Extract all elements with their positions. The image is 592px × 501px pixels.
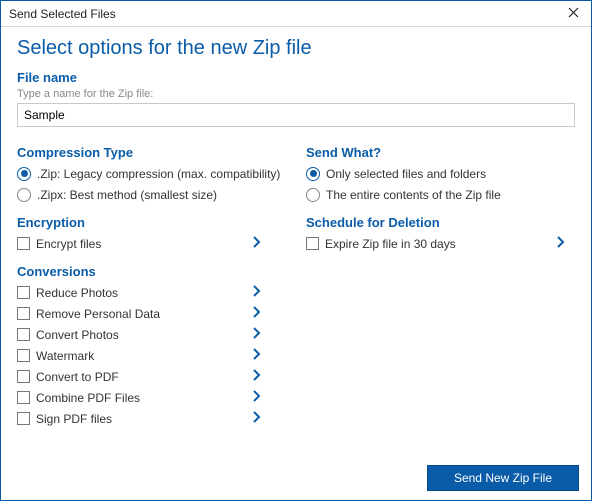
checkbox-label: Encrypt files: [36, 237, 101, 251]
checkbox-label: Convert to PDF: [36, 370, 119, 384]
left-column: Compression Type .Zip: Legacy compressio…: [17, 139, 306, 429]
radio-label: .Zipx: Best method (smallest size): [37, 188, 217, 202]
checkbox-label: Expire Zip file in 30 days: [325, 237, 456, 251]
checkbox-encrypt-files[interactable]: Encrypt files: [17, 233, 286, 254]
checkbox-icon: [17, 237, 30, 250]
footer: Send New Zip File: [1, 456, 591, 500]
conversions-heading: Conversions: [17, 264, 286, 279]
close-button[interactable]: [563, 4, 583, 24]
content-area: Select options for the new Zip file File…: [1, 27, 591, 456]
filename-section: File name Type a name for the Zip file:: [17, 70, 575, 127]
page-title: Select options for the new Zip file: [17, 37, 575, 60]
radio-label: .Zip: Legacy compression (max. compatibi…: [37, 167, 280, 181]
chevron-right-icon[interactable]: [556, 235, 565, 253]
checkbox-icon: [17, 412, 30, 425]
filename-heading: File name: [17, 70, 575, 85]
encryption-heading: Encryption: [17, 215, 286, 230]
window-title: Send Selected Files: [9, 7, 116, 21]
checkbox-icon: [17, 391, 30, 404]
chevron-right-icon[interactable]: [252, 284, 261, 302]
checkbox-sign-pdf-files[interactable]: Sign PDF files: [17, 408, 286, 429]
checkbox-label: Sign PDF files: [36, 412, 112, 426]
chevron-right-icon[interactable]: [252, 305, 261, 323]
checkbox-watermark[interactable]: Watermark: [17, 345, 286, 366]
radio-entire-contents[interactable]: The entire contents of the Zip file: [306, 184, 575, 205]
radio-zipx-best[interactable]: .Zipx: Best method (smallest size): [17, 184, 286, 205]
checkbox-convert-photos[interactable]: Convert Photos: [17, 324, 286, 345]
close-icon: [568, 7, 579, 21]
checkbox-remove-personal-data[interactable]: Remove Personal Data: [17, 303, 286, 324]
radio-label: Only selected files and folders: [326, 167, 486, 181]
radio-label: The entire contents of the Zip file: [326, 188, 501, 202]
checkbox-icon: [17, 307, 30, 320]
checkbox-icon: [17, 286, 30, 299]
radio-unselected-icon: [306, 188, 320, 202]
radio-selected-icon: [17, 167, 31, 181]
checkbox-convert-to-pdf[interactable]: Convert to PDF: [17, 366, 286, 387]
checkbox-label: Remove Personal Data: [36, 307, 160, 321]
send-new-zip-button[interactable]: Send New Zip File: [427, 465, 579, 491]
radio-selected-icon: [306, 167, 320, 181]
chevron-right-icon[interactable]: [252, 410, 261, 428]
chevron-right-icon[interactable]: [252, 235, 261, 253]
checkbox-expire-zip[interactable]: Expire Zip file in 30 days: [306, 233, 575, 254]
checkbox-icon: [17, 370, 30, 383]
titlebar: Send Selected Files: [1, 1, 591, 27]
checkbox-reduce-photos[interactable]: Reduce Photos: [17, 282, 286, 303]
filename-input[interactable]: [17, 103, 575, 127]
chevron-right-icon[interactable]: [252, 368, 261, 386]
right-column: Send What? Only selected files and folde…: [306, 139, 575, 429]
checkbox-combine-pdf-files[interactable]: Combine PDF Files: [17, 387, 286, 408]
checkbox-label: Combine PDF Files: [36, 391, 140, 405]
options-columns: Compression Type .Zip: Legacy compressio…: [17, 139, 575, 429]
radio-zip-legacy[interactable]: .Zip: Legacy compression (max. compatibi…: [17, 163, 286, 184]
checkbox-label: Convert Photos: [36, 328, 119, 342]
radio-unselected-icon: [17, 188, 31, 202]
chevron-right-icon[interactable]: [252, 347, 261, 365]
filename-hint: Type a name for the Zip file:: [17, 88, 575, 100]
chevron-right-icon[interactable]: [252, 326, 261, 344]
sendwhat-heading: Send What?: [306, 145, 575, 160]
dialog-window: Send Selected Files Select options for t…: [0, 0, 592, 501]
checkbox-icon: [306, 237, 319, 250]
checkbox-label: Reduce Photos: [36, 286, 118, 300]
schedule-heading: Schedule for Deletion: [306, 215, 575, 230]
radio-only-selected[interactable]: Only selected files and folders: [306, 163, 575, 184]
checkbox-icon: [17, 349, 30, 362]
compression-heading: Compression Type: [17, 145, 286, 160]
checkbox-icon: [17, 328, 30, 341]
checkbox-label: Watermark: [36, 349, 94, 363]
chevron-right-icon[interactable]: [252, 389, 261, 407]
